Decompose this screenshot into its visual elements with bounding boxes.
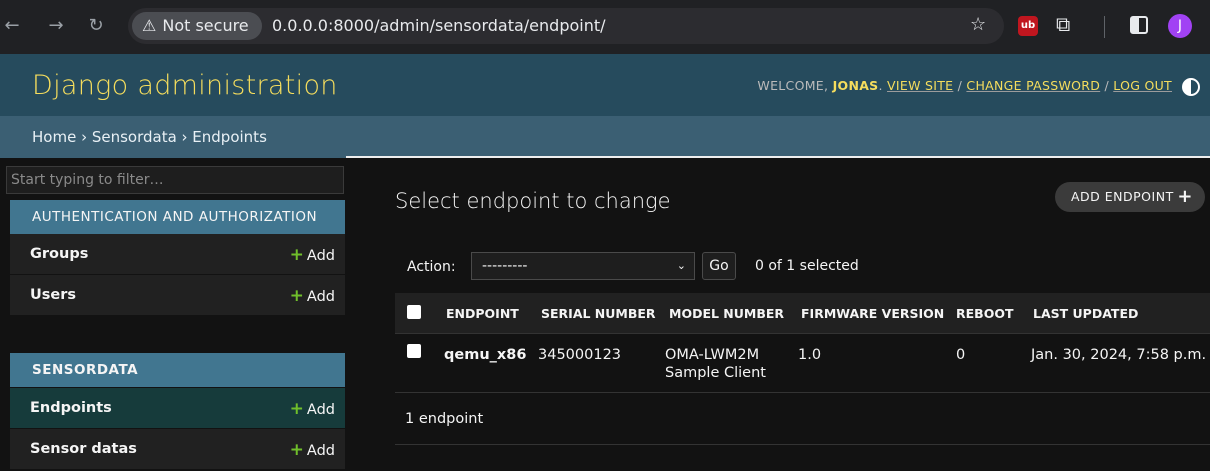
breadcrumb: Home › Sensordata › Endpoints (0, 116, 1210, 158)
column-header-model-number[interactable]: MODEL NUMBER (669, 306, 784, 321)
log-out-link[interactable]: LOG OUT (1113, 78, 1172, 93)
sidebar-item-label[interactable]: Users (30, 287, 76, 303)
url-text[interactable]: 0.0.0.0:8000/admin/sensordata/endpoint/ (272, 12, 606, 40)
firmware-version-cell: 1.0 (798, 347, 822, 363)
sidebar-item-users[interactable]: Users + Add (10, 275, 345, 316)
reboot-cell: 0 (956, 347, 966, 363)
content-top-border (346, 156, 1210, 158)
serial-number-cell: 345000123 (538, 347, 622, 363)
go-button[interactable]: Go (702, 252, 736, 280)
puzzle-icon[interactable]: ⧉ (1056, 12, 1070, 36)
site-brand[interactable]: Django administration (32, 70, 338, 101)
breadcrumb-text[interactable]: Home › Sensordata › Endpoints (32, 128, 267, 146)
action-label: Action: (407, 259, 456, 275)
last-updated-cell: Jan. 30, 2024, 7:58 p.m. (1031, 347, 1207, 363)
row-checkbox[interactable] (407, 344, 421, 358)
toolbar-divider (1104, 16, 1105, 38)
chevron-down-icon: ⌄ (676, 259, 686, 272)
column-header-last-updated[interactable]: LAST UPDATED (1033, 306, 1138, 321)
page-title: Select endpoint to change (395, 189, 671, 213)
action-select[interactable]: --------- ⌄ (471, 252, 695, 280)
plus-icon: + (289, 399, 304, 419)
module-caption-auth[interactable]: AUTHENTICATION AND AUTHORIZATION (10, 200, 345, 234)
star-icon[interactable]: ☆ (970, 14, 986, 35)
add-users-link[interactable]: + Add (290, 286, 335, 306)
column-header-firmware-version[interactable]: FIRMWARE VERSION (801, 306, 944, 321)
plus-icon: + (289, 286, 304, 306)
sidebar-item-groups[interactable]: Groups + Add (10, 234, 345, 275)
sidebar-item-label[interactable]: Groups (30, 246, 88, 262)
nav-filter-input[interactable]: Start typing to filter… (6, 166, 344, 194)
model-number-cell: OMA-LWM2M Sample Client (665, 347, 766, 381)
security-indicator[interactable]: ⚠ Not secure (132, 12, 262, 40)
actions-bar: Action: --------- ⌄ Go 0 of 1 selected (395, 250, 1210, 286)
select-all-checkbox[interactable] (407, 305, 421, 319)
selection-counter: 0 of 1 selected (755, 258, 859, 274)
change-password-link[interactable]: CHANGE PASSWORD (966, 78, 1100, 93)
column-header-reboot[interactable]: REBOOT (956, 306, 1013, 321)
add-groups-link[interactable]: + Add (290, 245, 335, 265)
plus-icon: + (289, 245, 304, 265)
add-sensor-datas-link[interactable]: + Add (290, 440, 335, 460)
add-endpoint-button[interactable]: ADD ENDPOINT + (1055, 182, 1205, 212)
ublock-icon[interactable]: ub (1018, 16, 1038, 36)
welcome-text: WELCOME, (757, 78, 829, 93)
warning-icon: ⚠ (142, 16, 157, 35)
browser-toolbar: ← → ↻ ⚠ Not secure 0.0.0.0:8000/admin/sen… (0, 0, 1210, 54)
plus-icon: + (289, 440, 304, 460)
profile-avatar[interactable]: J (1168, 14, 1192, 38)
plus-icon: + (1177, 186, 1193, 207)
endpoint-link[interactable]: qemu_x86 (444, 346, 526, 364)
sidebar-item-endpoints[interactable]: Endpoints + Add (10, 388, 345, 429)
column-header-serial-number[interactable]: SERIAL NUMBER (541, 306, 656, 321)
column-header-endpoint[interactable]: ENDPOINT (446, 306, 519, 321)
results-table-header: ENDPOINT SERIAL NUMBER MODEL NUMBER FIRM… (395, 293, 1210, 334)
back-arrow-icon[interactable]: ← (0, 14, 24, 38)
add-endpoints-link[interactable]: + Add (290, 399, 335, 419)
theme-toggle-icon[interactable] (1182, 78, 1200, 96)
sidebar-item-label[interactable]: Endpoints (30, 400, 112, 416)
user-tools: WELCOME, JONAS. VIEW SITE / CHANGE PASSW… (757, 78, 1172, 93)
table-row: qemu_x86 345000123 OMA-LWM2M Sample Clien… (395, 334, 1210, 393)
username: JONAS (832, 78, 879, 93)
sidebar-item-sensor-datas[interactable]: Sensor datas + Add (10, 429, 345, 470)
side-panel-icon[interactable] (1130, 16, 1148, 34)
view-site-link[interactable]: VIEW SITE (887, 78, 953, 93)
admin-header: Django administration WELCOME, JONAS. VI… (0, 54, 1210, 116)
sidebar-item-label[interactable]: Sensor datas (30, 441, 137, 457)
footer-divider (395, 444, 1210, 445)
reload-icon[interactable]: ↻ (84, 14, 108, 38)
module-caption-sensordata[interactable]: SENSORDATA (10, 353, 345, 387)
forward-arrow-icon[interactable]: → (44, 14, 68, 38)
result-count: 1 endpoint (405, 411, 484, 427)
